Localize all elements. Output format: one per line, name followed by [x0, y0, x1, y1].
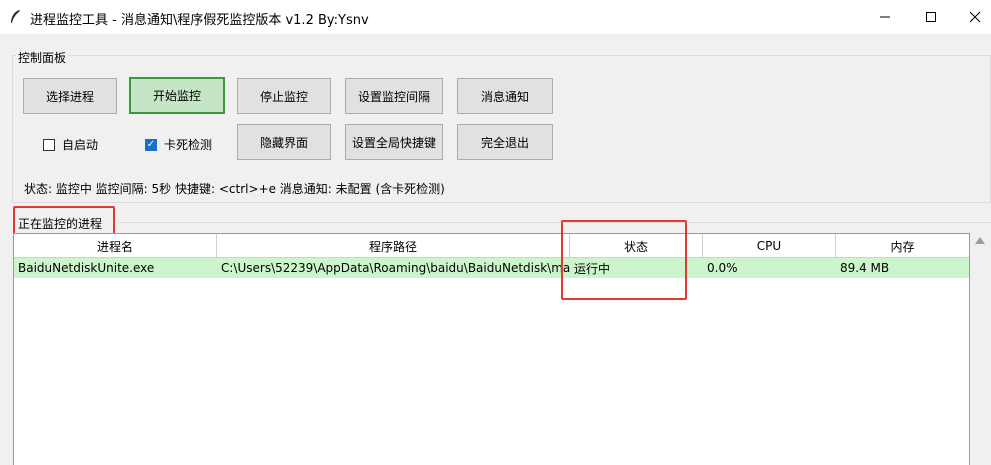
column-header-cpu[interactable]: CPU — [703, 234, 836, 258]
section-divider — [118, 222, 991, 223]
cell-process-name: BaiduNetdiskUnite.exe — [18, 261, 155, 275]
cell-process-memory: 89.4 MB — [840, 261, 890, 275]
highlight-box-status — [561, 220, 687, 300]
column-header-path[interactable]: 程序路径 — [217, 234, 570, 258]
freeze-detect-label: 卡死检测 — [164, 138, 213, 152]
select-process-button[interactable]: 选择进程 — [23, 78, 117, 114]
scroll-up-arrow-icon[interactable] — [975, 237, 985, 244]
minimize-button[interactable] — [862, 0, 908, 34]
control-panel-label: 控制面板 — [16, 49, 69, 66]
column-header-name[interactable]: 进程名 — [14, 234, 217, 258]
checkmark-icon: ✓ — [145, 138, 157, 151]
freeze-detect-checkbox[interactable]: ✓ 卡死检测 — [145, 136, 212, 153]
minimize-icon — [880, 16, 890, 18]
close-button[interactable] — [952, 0, 991, 34]
maximize-icon — [926, 12, 936, 22]
cell-process-cpu: 0.0% — [707, 261, 738, 275]
vertical-scrollbar[interactable] — [971, 233, 991, 465]
window-title: 进程监控工具 - 消息通知\程序假死监控版本 v1.2 By:Ysnv — [30, 13, 369, 28]
start-monitor-button[interactable]: 开始监控 — [129, 77, 225, 114]
column-header-memory[interactable]: 内存 — [836, 234, 969, 258]
status-text: 状态: 监控中 监控间隔: 5秒 快捷键: <ctrl>+e 消息通知: 未配置… — [24, 182, 445, 196]
autostart-checkbox[interactable]: 自启动 — [43, 136, 98, 153]
checkbox-unchecked-icon — [43, 138, 55, 151]
table-header: 进程名 程序路径 状态 CPU 内存 — [14, 234, 969, 258]
autostart-label: 自启动 — [62, 138, 99, 152]
exit-button[interactable]: 完全退出 — [457, 124, 553, 160]
set-interval-button[interactable]: 设置监控间隔 — [345, 78, 443, 114]
table-row[interactable]: BaiduNetdiskUnite.exe C:\Users\52239\App… — [14, 258, 969, 278]
feather-icon — [11, 10, 20, 23]
maximize-button[interactable] — [908, 0, 954, 34]
hide-ui-button[interactable]: 隐藏界面 — [237, 124, 331, 160]
cell-process-path: C:\Users\52239\AppData\Roaming\baidu\Bai… — [221, 261, 570, 275]
title-bar: 进程监控工具 - 消息通知\程序假死监控版本 v1.2 By:Ysnv — [0, 0, 991, 34]
set-hotkey-button[interactable]: 设置全局快捷键 — [345, 124, 443, 160]
stop-monitor-button[interactable]: 停止监控 — [237, 78, 331, 114]
notification-button[interactable]: 消息通知 — [457, 78, 553, 114]
close-icon — [969, 11, 981, 23]
process-table[interactable]: 进程名 程序路径 状态 CPU 内存 BaiduNetdiskUnite.exe… — [13, 233, 970, 465]
